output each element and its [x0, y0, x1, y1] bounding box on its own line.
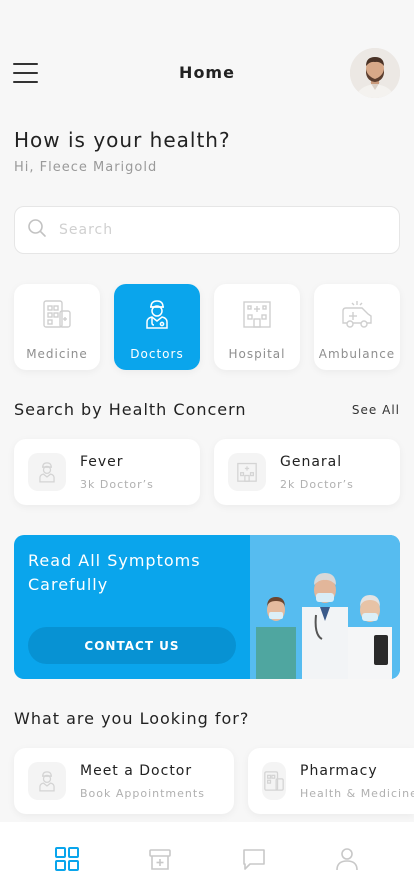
- card-subtitle: 2k Doctor’s: [280, 477, 354, 491]
- category-doctors[interactable]: Doctors: [114, 284, 200, 370]
- promo-banner: Read All Symptoms Carefully CONTACT US: [14, 535, 400, 679]
- contact-us-button[interactable]: CONTACT US: [28, 627, 236, 664]
- category-list: Medicine Doctors Hospital Ambulance: [14, 284, 400, 370]
- category-medicine[interactable]: Medicine: [14, 284, 100, 370]
- looking-card-pharmacy[interactable]: Pharmacy Health & Medicine: [248, 748, 414, 814]
- card-subtitle: Book Appointments: [80, 786, 205, 800]
- card-title: Fever: [80, 453, 124, 470]
- bottom-navigation: [0, 822, 414, 896]
- medicine-icon: [262, 762, 286, 800]
- card-subtitle: 3k Doctor’s: [80, 477, 154, 491]
- doctor-icon: [28, 762, 66, 800]
- hospital-icon: [240, 297, 274, 335]
- section-title-looking-for: What are you Looking for?: [14, 709, 250, 728]
- search-bar[interactable]: [14, 206, 400, 254]
- card-title: Genaral: [280, 453, 343, 470]
- card-title: Pharmacy: [300, 762, 378, 779]
- category-hospital[interactable]: Hospital: [214, 284, 300, 370]
- category-ambulance[interactable]: Ambulance: [314, 284, 400, 370]
- home-grid-icon[interactable]: [47, 839, 87, 879]
- doctors-team-image: [250, 535, 400, 679]
- greeting-title: How is your health?: [14, 128, 231, 152]
- profile-icon[interactable]: [327, 839, 367, 879]
- concern-card-fever[interactable]: Fever 3k Doctor’s: [14, 439, 200, 505]
- search-input[interactable]: [59, 222, 359, 238]
- category-label: Ambulance: [318, 347, 396, 361]
- see-all-link[interactable]: See All: [352, 403, 400, 417]
- doctor-icon: [140, 297, 174, 335]
- ambulance-icon: [340, 297, 374, 335]
- medicine-icon: [40, 297, 74, 335]
- category-label: Doctors: [130, 347, 184, 361]
- doctor-icon: [28, 453, 66, 491]
- category-label: Hospital: [228, 347, 286, 361]
- avatar[interactable]: [350, 48, 400, 98]
- search-icon: [27, 218, 47, 242]
- concern-card-general[interactable]: Genaral 2k Doctor’s: [214, 439, 400, 505]
- hospital-icon: [228, 453, 266, 491]
- category-label: Medicine: [26, 347, 88, 361]
- card-title: Meet a Doctor: [80, 762, 193, 779]
- chat-icon[interactable]: [234, 839, 274, 879]
- greeting-subtitle: Hi, Fleece Marigold: [14, 160, 158, 175]
- section-title-health-concern: Search by Health Concern: [14, 400, 247, 419]
- looking-card-meet-doctor[interactable]: Meet a Doctor Book Appointments: [14, 748, 234, 814]
- pharmacy-box-icon[interactable]: [140, 839, 180, 879]
- banner-text: Read All Symptoms Carefully: [28, 551, 201, 594]
- card-subtitle: Health & Medicine: [300, 786, 414, 800]
